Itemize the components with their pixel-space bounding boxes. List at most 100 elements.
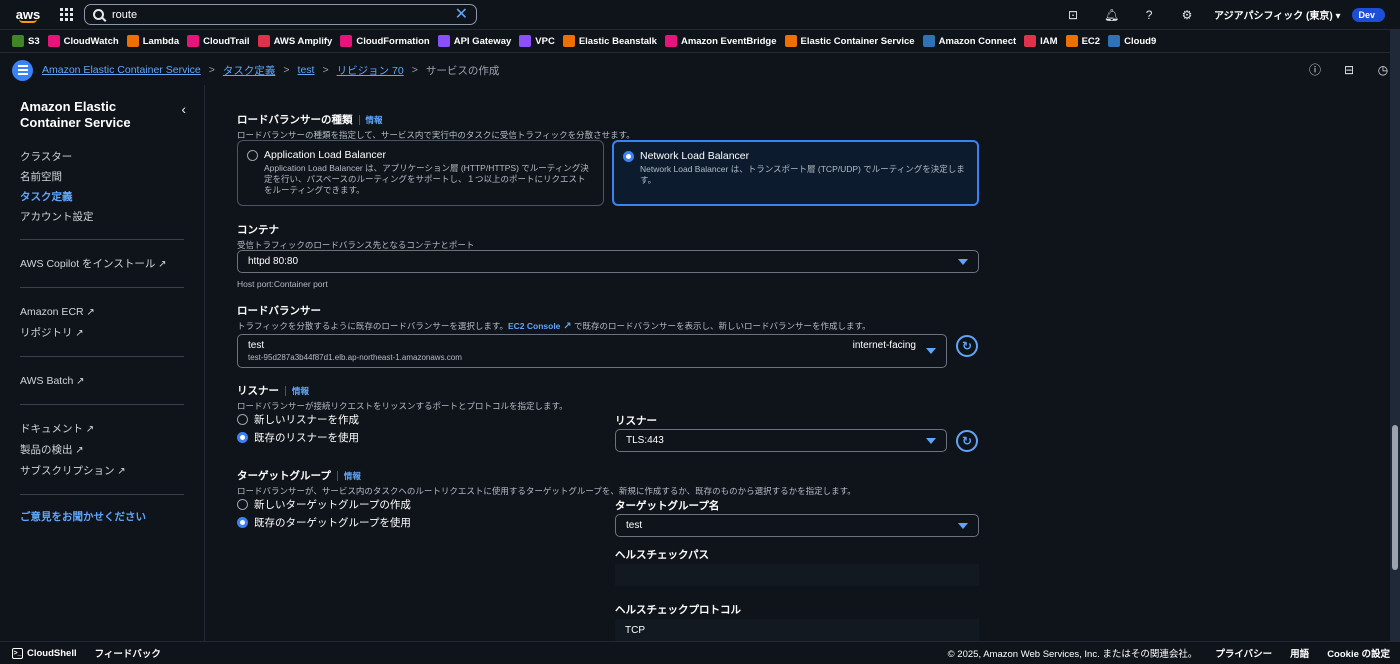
lb-type-info-link[interactable]: 情報 <box>358 115 383 125</box>
favorite-cloudtrail[interactable]: CloudTrail <box>187 35 250 47</box>
container-select[interactable]: httpd 80:80 <box>237 250 979 273</box>
load-balancer-scheme: internet-facing <box>852 340 916 351</box>
listener-existing-radio[interactable] <box>237 432 248 443</box>
target-group-new-label: 新しいターゲットグループの作成 <box>254 499 411 511</box>
target-group-existing-radio[interactable] <box>237 517 248 528</box>
side-navigation: Amazon Elastic Container Service ‹ クラスター… <box>0 85 205 641</box>
breadcrumb-revision[interactable]: リビジョン 70 <box>337 63 404 78</box>
service-icon <box>126 35 139 47</box>
container-select-value: httpd 80:80 <box>248 256 299 267</box>
breadcrumb-task-definitions[interactable]: タスク定義 <box>223 63 276 78</box>
services-grid-icon[interactable] <box>60 7 74 22</box>
favorite-amazon-eventbridge[interactable]: Amazon EventBridge <box>664 35 777 47</box>
privacy-link[interactable]: プライバシー <box>1215 646 1272 660</box>
listener-new-radio[interactable] <box>237 414 248 425</box>
listener-select[interactable]: TLS:443 <box>615 429 947 452</box>
target-group-new-radio[interactable] <box>237 499 248 510</box>
search-input[interactable]: route ✕ <box>84 4 477 25</box>
health-check-path-value <box>615 564 979 586</box>
favorite-cloudformation[interactable]: CloudFormation <box>340 35 430 47</box>
favorite-cloudwatch[interactable]: CloudWatch <box>47 35 119 47</box>
favorite-ec2[interactable]: EC2 <box>1065 35 1101 47</box>
favorite-s3[interactable]: S3 <box>12 35 40 47</box>
target-group-select-value: test <box>626 520 643 531</box>
listener-info-link[interactable]: 情報 <box>285 386 310 396</box>
cloudshell-button[interactable]: >_ CloudShell <box>12 647 77 659</box>
ec2-console-link[interactable]: EC2 Console <box>508 321 572 331</box>
favorite-aws-amplify[interactable]: AWS Amplify <box>257 35 332 47</box>
search-value[interactable]: route <box>112 9 455 21</box>
alb-option-tile[interactable]: Application Load Balancer Application Lo… <box>237 140 604 206</box>
clear-search-icon[interactable]: ✕ <box>455 6 468 23</box>
menu-toggle-icon[interactable] <box>12 59 33 81</box>
alb-radio[interactable] <box>247 150 258 161</box>
target-group-option-new[interactable]: 新しいターゲットグループの作成 <box>237 497 411 512</box>
terms-link[interactable]: 用語 <box>1290 646 1309 660</box>
favorite-vpc[interactable]: VPC <box>519 35 555 47</box>
listener-new-label: 新しいリスナーを作成 <box>254 414 359 426</box>
settings-gear-icon[interactable]: ⚙ <box>1180 8 1194 22</box>
notifications-bell-icon[interactable]: 🔔︎ <box>1104 8 1119 22</box>
favorite-lambda[interactable]: Lambda <box>126 35 179 47</box>
collapse-sidebar-icon[interactable]: ‹ <box>181 101 186 117</box>
sidebar-link-documentation[interactable]: ドキュメント <box>20 419 184 440</box>
cookie-settings-link[interactable]: Cookie の設定 <box>1327 646 1390 660</box>
region-selector[interactable]: アジアパシフィック (東京) ▾ <box>1214 7 1340 22</box>
sidebar-item-clusters[interactable]: クラスター <box>20 147 184 167</box>
cloudshell-icon: >_ <box>12 647 23 659</box>
listener-label: リスナー <box>237 385 279 397</box>
container-label: コンテナ <box>237 224 279 236</box>
sidebar-link-discover-products[interactable]: 製品の検出 <box>20 440 184 461</box>
aws-logo[interactable]: aws <box>10 0 46 30</box>
sidebar-link-ecr[interactable]: Amazon ECR <box>20 302 184 323</box>
top-navigation-bar: aws route ✕ ⊡ 🔔︎ ? ⚙ アジアパシフィック (東京) ▾ De… <box>0 0 1400 30</box>
sidebar-link-repositories[interactable]: リポジトリ <box>20 323 184 344</box>
info-icon[interactable]: ⓘ <box>1308 63 1322 77</box>
sidebar-title[interactable]: Amazon Elastic Container Service <box>20 99 160 131</box>
favorite-label: EC2 <box>1081 35 1101 47</box>
cloudshell-label: CloudShell <box>27 647 77 659</box>
favorite-iam[interactable]: IAM <box>1024 35 1058 47</box>
split-panel-icon[interactable]: ⊟ <box>1342 63 1356 77</box>
sidebar-link-copilot[interactable]: AWS Copilot をインストール <box>20 254 184 275</box>
favorite-elastic-beanstalk[interactable]: Elastic Beanstalk <box>562 35 657 47</box>
sidebar-feedback-link[interactable]: ご意見をお聞かせください <box>20 509 184 524</box>
favorite-label: IAM <box>1040 35 1058 47</box>
sidebar-item-account-settings[interactable]: アカウント設定 <box>20 207 184 227</box>
favorite-cloud9[interactable]: Cloud9 <box>1108 35 1156 47</box>
sidebar-link-batch[interactable]: AWS Batch <box>20 371 184 392</box>
target-group-option-existing[interactable]: 既存のターゲットグループを使用 <box>237 515 411 530</box>
service-icon <box>12 35 24 47</box>
page-scrollbar-thumb[interactable] <box>1392 425 1398 570</box>
health-check-protocol-label: ヘルスチェックプロトコル <box>615 604 741 616</box>
nlb-radio[interactable] <box>623 151 634 162</box>
service-icon <box>340 35 353 47</box>
favorite-api-gateway[interactable]: API Gateway <box>437 35 511 47</box>
account-menu-badge[interactable]: Dev <box>1352 7 1385 22</box>
history-icon[interactable]: ◷ <box>1376 63 1390 77</box>
breadcrumb-test[interactable]: test <box>298 64 315 76</box>
target-group-select[interactable]: test <box>615 514 979 537</box>
target-group-existing-label: 既存のターゲットグループを使用 <box>254 517 411 529</box>
sidebar-item-namespaces[interactable]: 名前空間 <box>20 167 184 187</box>
favorite-elastic-container-service[interactable]: Elastic Container Service <box>784 35 915 47</box>
footer-feedback-link[interactable]: フィードバック <box>95 646 161 660</box>
refresh-load-balancers-icon[interactable]: ↻ <box>956 335 978 357</box>
help-icon[interactable]: ? <box>1142 8 1156 22</box>
refresh-listeners-icon[interactable]: ↻ <box>956 430 978 452</box>
sidebar-item-task-definitions[interactable]: タスク定義 <box>20 187 184 207</box>
load-balancer-select[interactable]: test test-95d287a3b44f87d1.elb.ap-northe… <box>237 334 947 368</box>
listener-option-existing[interactable]: 既存のリスナーを使用 <box>237 430 359 445</box>
favorites-bar: S3 CloudWatch Lambda CloudTrail AWS Amplify C… <box>0 30 1400 53</box>
chevron-down-icon <box>958 522 968 529</box>
cloudshell-icon[interactable]: ⊡ <box>1066 8 1080 22</box>
breadcrumb-ecs[interactable]: Amazon Elastic Container Service <box>42 64 201 76</box>
listener-existing-label: 既存のリスナーを使用 <box>254 432 359 444</box>
listener-option-new[interactable]: 新しいリスナーを作成 <box>237 412 359 427</box>
favorite-label: VPC <box>535 35 555 47</box>
nlb-option-tile[interactable]: Network Load Balancer Network Load Balan… <box>612 140 979 206</box>
sidebar-link-subscriptions[interactable]: サブスクリプション <box>20 461 184 482</box>
target-group-info-link[interactable]: 情報 <box>336 471 361 481</box>
service-icon <box>519 35 532 47</box>
favorite-amazon-connect[interactable]: Amazon Connect <box>922 35 1016 47</box>
